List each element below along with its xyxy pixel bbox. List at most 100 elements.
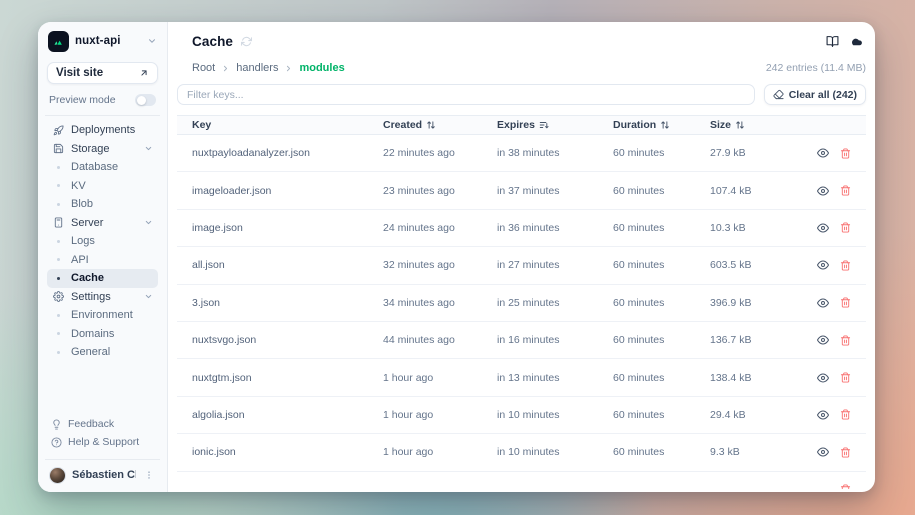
view-entry-icon[interactable]	[817, 147, 829, 159]
sort-arrows-icon[interactable]	[660, 120, 670, 130]
sidebar-item-deployments[interactable]: Deployments	[47, 121, 158, 140]
main-content: Cache Root handlers modules	[168, 22, 875, 492]
delete-entry-icon[interactable]	[840, 260, 851, 271]
sort-active-icon[interactable]	[539, 120, 549, 130]
cell-duration: 60 minutes	[613, 409, 710, 421]
filter-keys-input[interactable]	[177, 84, 755, 105]
arrow-up-right-icon	[139, 68, 149, 78]
sort-arrows-icon[interactable]	[735, 120, 745, 130]
sidebar-item-settings[interactable]: Settings	[47, 288, 158, 307]
sidebar-item-database[interactable]: Database	[47, 158, 158, 177]
chevron-down-icon	[144, 144, 153, 153]
project-selector[interactable]: nuxt-api	[47, 28, 158, 54]
delete-entry-icon[interactable]	[840, 409, 851, 420]
delete-entry-icon[interactable]	[840, 297, 851, 308]
delete-entry-icon[interactable]	[840, 335, 851, 346]
view-entry-icon[interactable]	[817, 446, 829, 458]
sidebar-item-label: General	[71, 346, 153, 358]
broom-icon	[773, 89, 784, 100]
help-circle-icon	[50, 437, 62, 448]
help-support-button[interactable]: Help & Support	[47, 433, 158, 451]
delete-entry-icon[interactable]	[840, 185, 851, 196]
column-header-expires[interactable]: Expires	[497, 119, 613, 131]
sidebar-item-server[interactable]: Server	[47, 214, 158, 233]
cache-table: Key Created Expires Duration Size nuxtpa…	[177, 115, 866, 489]
column-header-size[interactable]: Size	[710, 119, 810, 131]
view-entry-icon[interactable]	[817, 222, 829, 234]
cell-duration: 60 minutes	[613, 147, 710, 159]
visit-site-button[interactable]: Visit site	[47, 62, 158, 84]
sidebar-item-cache[interactable]: Cache	[47, 269, 158, 288]
chevron-down-icon	[147, 36, 157, 46]
bullet-icon	[57, 203, 60, 206]
cell-size: 136.7 kB	[710, 334, 810, 346]
view-entry-icon[interactable]	[817, 372, 829, 384]
view-entry-icon[interactable]	[817, 334, 829, 346]
project-name: nuxt-api	[75, 35, 141, 47]
feedback-button[interactable]: Feedback	[47, 415, 158, 433]
cell-key: imageloader.json	[192, 185, 383, 197]
breadcrumb-root[interactable]: Root	[192, 62, 215, 74]
delete-entry-icon[interactable]	[840, 372, 851, 383]
sort-arrows-icon[interactable]	[426, 120, 436, 130]
cell-duration: 60 minutes	[613, 259, 710, 271]
sidebar-item-general[interactable]: General	[47, 343, 158, 362]
cell-key: ionic.json	[192, 446, 383, 458]
cloudflare-cloud-icon[interactable]	[849, 35, 864, 48]
column-header-created[interactable]: Created	[383, 119, 497, 131]
bullet-icon	[57, 240, 60, 243]
bullet-icon	[57, 166, 60, 169]
delete-entry-icon[interactable]	[840, 148, 851, 159]
breadcrumb: Root handlers modules	[192, 62, 345, 74]
sidebar-item-label: Blob	[71, 198, 153, 210]
table-row: image.json 24 minutes ago in 36 minutes …	[177, 210, 866, 247]
cell-size: 9.3 kB	[710, 446, 810, 458]
sidebar-item-label: Storage	[71, 143, 137, 155]
clear-all-button[interactable]: Clear all (242)	[764, 84, 866, 105]
cell-size: 27.9 kB	[710, 147, 810, 159]
cell-size: 10.3 kB	[710, 222, 810, 234]
clear-all-label: Clear all (242)	[789, 89, 857, 101]
cell-duration: 60 minutes	[613, 297, 710, 309]
cell-expires: in 25 minutes	[497, 297, 613, 309]
bullet-icon	[57, 184, 60, 187]
cell-expires: in 16 minutes	[497, 334, 613, 346]
column-header-duration[interactable]: Duration	[613, 119, 710, 131]
table-row: nuxtpayloadanalyzer.json 22 minutes ago …	[177, 135, 866, 172]
cell-key: nuxtsvgo.json	[192, 334, 383, 346]
cell-key: 3.json	[192, 297, 383, 309]
chevron-right-icon	[284, 64, 293, 73]
breadcrumb-handlers[interactable]: handlers	[236, 62, 278, 74]
sidebar-item-environment[interactable]: Environment	[47, 306, 158, 325]
refresh-icon[interactable]	[241, 36, 252, 47]
table-row: nuxtgtm.json 1 hour ago in 13 minutes 60…	[177, 359, 866, 396]
cell-expires: in 13 minutes	[497, 372, 613, 384]
lightbulb-icon	[50, 419, 62, 430]
table-body: nuxtpayloadanalyzer.json 22 minutes ago …	[177, 135, 866, 472]
kebab-menu-icon[interactable]	[142, 470, 156, 480]
sidebar-item-domains[interactable]: Domains	[47, 325, 158, 344]
docs-book-icon[interactable]	[826, 35, 839, 48]
view-entry-icon[interactable]	[817, 297, 829, 309]
column-header-key: Key	[192, 119, 383, 131]
breadcrumb-current[interactable]: modules	[299, 62, 344, 74]
cell-created: 22 minutes ago	[383, 147, 497, 159]
cell-key: nuxtpayloadanalyzer.json	[192, 147, 383, 159]
cell-expires: in 37 minutes	[497, 185, 613, 197]
user-menu[interactable]: Sébastien Cho...	[47, 464, 158, 486]
bullet-icon	[57, 258, 60, 261]
delete-entry-icon[interactable]	[840, 447, 851, 458]
preview-mode-toggle[interactable]	[135, 94, 156, 106]
view-entry-icon[interactable]	[817, 185, 829, 197]
sidebar-item-storage[interactable]: Storage	[47, 140, 158, 159]
sidebar-item-kv[interactable]: KV	[47, 177, 158, 196]
sidebar-item-logs[interactable]: Logs	[47, 232, 158, 251]
cell-created: 44 minutes ago	[383, 334, 497, 346]
sidebar-item-api[interactable]: API	[47, 251, 158, 270]
delete-entry-icon[interactable]	[840, 222, 851, 233]
cell-expires: in 36 minutes	[497, 222, 613, 234]
view-entry-icon[interactable]	[817, 409, 829, 421]
feedback-label: Feedback	[68, 418, 114, 430]
sidebar-item-blob[interactable]: Blob	[47, 195, 158, 214]
view-entry-icon[interactable]	[817, 259, 829, 271]
